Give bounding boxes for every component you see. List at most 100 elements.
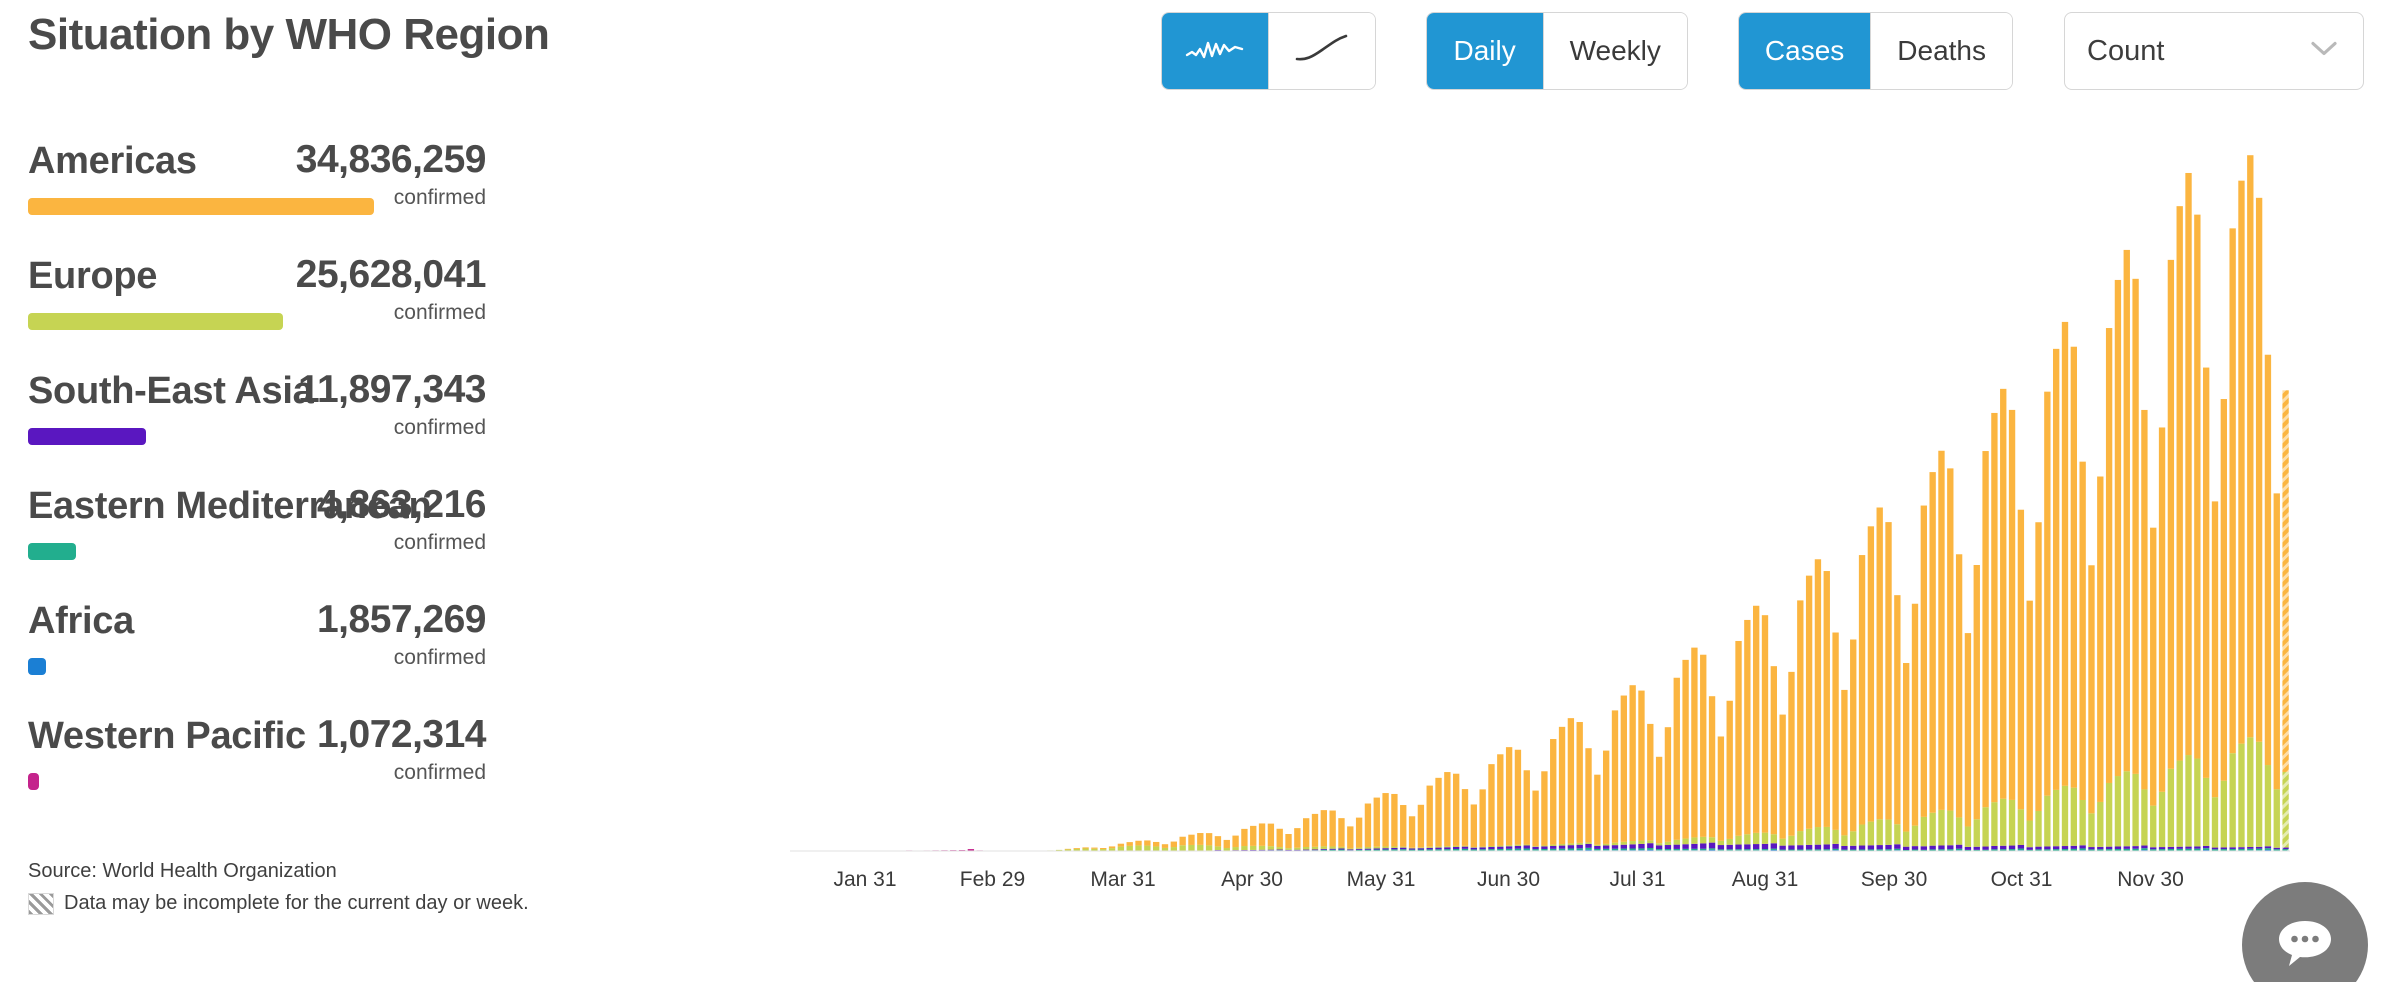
stacked-bar-chart[interactable] [790,120,2290,880]
bar-segment [1655,845,1663,850]
bar-segment [1629,848,1636,851]
chart-type-jagged-button[interactable] [1161,13,1268,89]
region-row-africa[interactable]: Africa 1,857,269 confirmed [28,598,788,715]
bar-segment [1320,848,1327,850]
bar-segment [2000,798,2007,846]
bar-segment [1885,522,1892,820]
bar-segment [1303,847,1310,850]
bar-segment [1558,845,1566,849]
bar-segment [1470,847,1477,848]
bar-segment [2194,214,2201,759]
bar-segment [1911,846,1919,850]
bar-segment [1832,848,1839,851]
bar-segment [2000,388,2007,799]
bar-segment [2282,390,2289,772]
metric-toggle-group[interactable]: Cases Deaths [1738,13,2012,89]
chevron-down-icon [2309,40,2339,63]
interval-daily-button[interactable]: Daily [1426,13,1543,89]
page-title: Situation by WHO Region [28,10,550,59]
bar-segment [2194,848,2201,851]
region-row-western-pacific[interactable]: Western Pacific 1,072,314 confirmed [28,713,788,830]
bar-segment [1655,849,1663,851]
bar-segment [1620,848,1627,851]
measure-select[interactable]: Count [2064,12,2364,90]
bar-segment [1823,826,1830,845]
bar-segment [1991,802,1998,846]
bar-segment [2105,782,2113,847]
bar-segment [1973,565,1980,820]
bar-segment [2026,847,2033,850]
bar-segment [1947,468,1954,811]
bar-segment [2132,846,2139,849]
bar-segment [1779,845,1786,850]
interval-toggle-group[interactable]: Daily Weekly [1426,13,1687,89]
bar-segment [1823,571,1830,827]
bar-segment [1761,832,1769,844]
bar-segment [1647,848,1654,850]
interval-weekly-button[interactable]: Weekly [1543,13,1687,89]
metric-cases-button[interactable]: Cases [1738,13,1871,89]
bar-segment [2123,846,2130,849]
region-row-eastern-mediterranean[interactable]: Eastern Mediterranean 4,863,216 confirme… [28,483,788,600]
bar-segment [1514,848,1522,851]
bar-segment [1850,639,1857,832]
metric-deaths-button[interactable]: Deaths [1871,13,2012,89]
bar-segment [1435,849,1442,851]
bar-segment [1753,605,1760,833]
bar-segment [1303,818,1310,848]
bar-segment [1338,846,1345,849]
bar-segment [1126,845,1133,851]
x-tick-label: Apr 30 [1221,868,1283,891]
chart-canvas [790,155,2290,852]
bar-segment [1179,836,1186,846]
bar-segment [1797,831,1804,846]
bar-segment [1788,845,1795,850]
region-row-americas[interactable]: Americas 34,836,259 confirmed [28,138,788,255]
bar-segment [2070,848,2077,851]
bar-segment [1479,847,1486,850]
bar-segment [2229,753,2236,848]
bar-segment [2211,849,2219,851]
bar-segment [2123,249,2130,772]
bar-segment [1611,845,1619,849]
bar-segment [1982,807,1989,847]
bar-segment [2255,741,2263,847]
bar-segment [1205,845,1213,851]
bar-segment [1373,849,1380,851]
bar-segment [2008,849,2016,851]
bar-segment [1364,803,1372,847]
bar-segment [1479,849,1486,851]
bar-segment [1461,845,1469,847]
incomplete-note-text: Data may be incomplete for the current d… [64,892,529,914]
bar-segment [1691,837,1698,844]
bar-segment [1144,845,1151,851]
region-row-europe[interactable]: Europe 25,628,041 confirmed [28,253,788,370]
bar-segment [2088,813,2095,848]
bar-segment [1382,793,1389,847]
bar-segment [2273,849,2280,851]
bar-segment [1453,846,1460,849]
bar-segment [1523,848,1530,851]
bar-segment [1620,841,1627,845]
bar-segment [2220,847,2227,850]
bar-segment [2017,848,2025,851]
bar-segment [1391,793,1398,847]
bar-segment [1629,685,1636,842]
region-count: 4,863,216 [316,483,487,526]
chart-type-toggle-group[interactable] [1161,13,1375,89]
bar-segment [1991,412,1998,803]
bar-segment [1770,834,1777,844]
bar-segment [1876,845,1883,850]
region-count: 1,857,269 [316,598,487,641]
bar-segment [2282,771,2289,848]
bar-segment [1805,575,1813,829]
bar-segment [1479,789,1486,847]
chart-type-smooth-button[interactable] [1268,13,1375,89]
bar-segment [2264,848,2272,850]
region-row-south-east-asia[interactable]: South-East Asia 11,897,343 confirmed [28,368,788,485]
bar-segment [1532,790,1539,847]
bar-segment [1126,842,1133,846]
bar-segment [2185,172,2192,756]
bar-segment [2105,849,2113,851]
bar-segment [2097,849,2104,851]
